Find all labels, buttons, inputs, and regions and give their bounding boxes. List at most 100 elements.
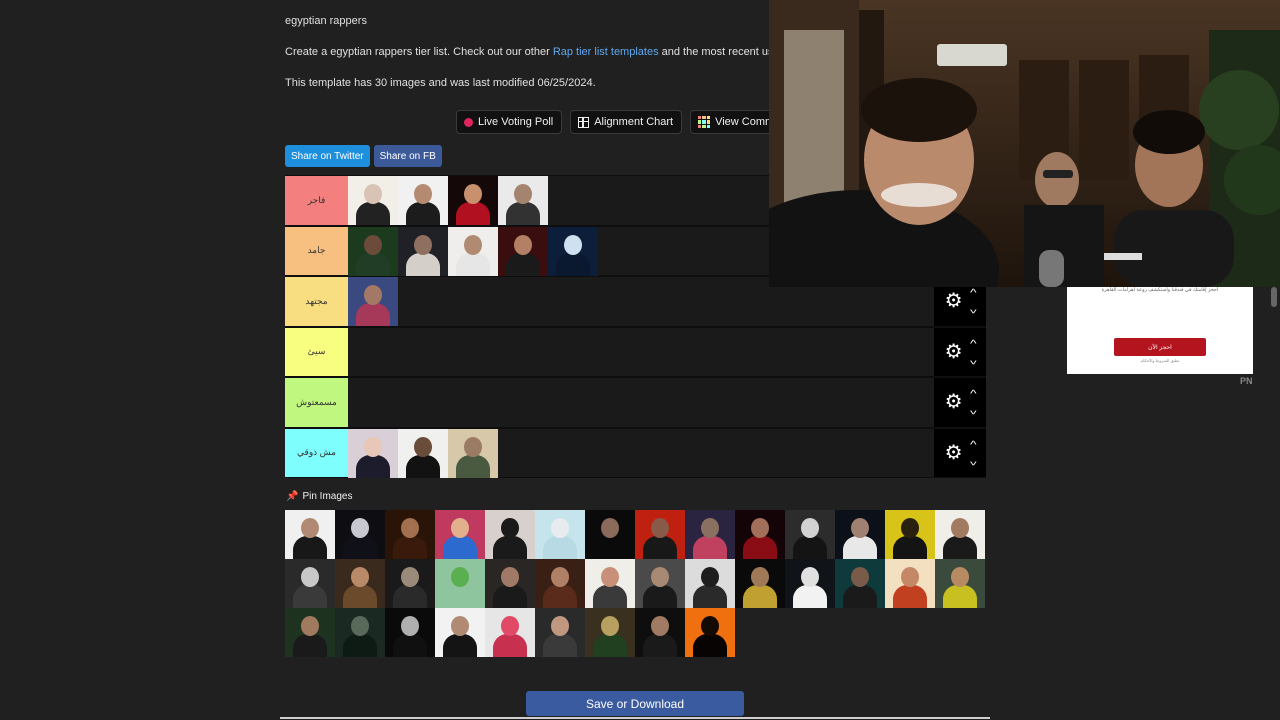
gear-icon[interactable]: ⚙ <box>945 392 963 412</box>
share-twitter-button[interactable]: Share on Twitter <box>285 145 370 167</box>
tier-label[interactable]: جامد <box>285 226 348 275</box>
rapper-image[interactable] <box>885 510 935 559</box>
rapper-image[interactable] <box>485 608 535 657</box>
rapper-image[interactable] <box>535 510 585 559</box>
advertisement[interactable]: احجز إقامتك في فندقنا واستكشف روعة اهرام… <box>1067 287 1253 374</box>
rapper-image[interactable] <box>498 226 548 276</box>
rapper-image[interactable] <box>785 559 835 608</box>
rapper-image[interactable] <box>335 559 385 608</box>
red-dot-icon <box>464 117 473 127</box>
tier-label[interactable]: مجتهد <box>285 277 348 326</box>
rapper-image[interactable] <box>348 226 398 276</box>
rapper-image[interactable] <box>485 510 535 559</box>
share-buttons: Share on Twitter Share on FB <box>285 145 442 167</box>
rapper-image[interactable] <box>685 559 735 608</box>
rapper-image[interactable] <box>835 559 885 608</box>
live-voting-poll-label: Live Voting Poll <box>478 116 554 128</box>
chevron-up-icon[interactable]: ^ <box>970 289 977 299</box>
rapper-image[interactable] <box>285 510 335 559</box>
rapper-image[interactable] <box>285 608 335 657</box>
horizontal-scrollbar[interactable] <box>280 717 990 719</box>
chevron-up-icon[interactable]: ^ <box>970 339 977 350</box>
rapper-image[interactable] <box>448 176 498 225</box>
rapper-image[interactable] <box>385 608 435 657</box>
gear-icon[interactable]: ⚙ <box>945 342 963 362</box>
move-arrows: ^ ^ <box>970 289 977 315</box>
vertical-scrollbar[interactable] <box>1271 287 1277 307</box>
tier-drop-zone[interactable] <box>348 378 934 427</box>
share-facebook-button[interactable]: Share on FB <box>373 145 442 167</box>
rapper-image[interactable] <box>335 608 385 657</box>
pin-images-label: Pin Images <box>302 491 353 502</box>
rapper-image[interactable] <box>685 608 735 657</box>
rapper-image[interactable] <box>435 608 485 657</box>
rap-templates-link[interactable]: Rap tier list templates <box>553 46 659 58</box>
rapper-image[interactable] <box>485 559 535 608</box>
rapper-image[interactable] <box>685 510 735 559</box>
rapper-image[interactable] <box>348 277 398 326</box>
rapper-image[interactable] <box>535 559 585 608</box>
ad-terms: تطبق الشروط والأحكام <box>1140 358 1180 363</box>
tier-label[interactable]: فاجر <box>285 176 348 225</box>
intro-suffix: and the most recent user <box>658 46 784 58</box>
chevron-down-icon[interactable]: ^ <box>970 303 977 314</box>
gear-icon[interactable]: ⚙ <box>945 443 963 463</box>
image-pool <box>285 510 986 657</box>
rapper-image[interactable] <box>398 428 448 478</box>
tier-row: سيئ ⚙ ^ ^ <box>285 326 986 377</box>
ad-book-button[interactable]: احجز الآن <box>1114 338 1206 356</box>
intro-text: Create a egyptian rappers tier list. Che… <box>285 46 783 58</box>
rapper-image[interactable] <box>735 559 785 608</box>
rapper-image[interactable] <box>348 428 398 478</box>
tier-label[interactable]: سيئ <box>285 327 348 376</box>
rapper-image[interactable] <box>935 510 985 559</box>
tier-controls: ⚙ ^ ^ <box>934 327 986 376</box>
rapper-image[interactable] <box>498 176 548 225</box>
rapper-image[interactable] <box>585 608 635 657</box>
rapper-image[interactable] <box>735 510 785 559</box>
rapper-image[interactable] <box>348 176 398 225</box>
rapper-image[interactable] <box>885 559 935 608</box>
rapper-image[interactable] <box>385 559 435 608</box>
rapper-image[interactable] <box>635 608 685 657</box>
pin-icon: 📌 <box>286 491 299 502</box>
rapper-image[interactable] <box>335 510 385 559</box>
webcam-video <box>769 0 1280 287</box>
alignment-chart-button[interactable]: Alignment Chart <box>570 110 683 134</box>
rapper-image[interactable] <box>398 226 448 276</box>
community-icon <box>698 116 711 128</box>
rapper-image[interactable] <box>635 510 685 559</box>
rapper-image[interactable] <box>398 176 448 225</box>
rapper-image[interactable] <box>835 510 885 559</box>
gear-icon[interactable]: ⚙ <box>945 291 963 311</box>
pin-images-toggle[interactable]: 📌 Pin Images <box>286 491 352 502</box>
rapper-image[interactable] <box>535 608 585 657</box>
chevron-down-icon[interactable]: ^ <box>970 354 977 365</box>
intro-prefix: Create a egyptian rappers tier list. Che… <box>285 46 553 58</box>
rapper-image[interactable] <box>548 226 598 276</box>
chevron-down-icon[interactable]: ^ <box>970 404 977 415</box>
rapper-image[interactable] <box>585 559 635 608</box>
tier-label[interactable]: مش ذوقي <box>285 428 348 477</box>
rapper-image[interactable] <box>935 559 985 608</box>
rapper-image[interactable] <box>635 559 685 608</box>
chevron-up-icon[interactable]: ^ <box>970 440 977 451</box>
rapper-image[interactable] <box>435 559 485 608</box>
save-download-button[interactable]: Save or Download <box>526 691 744 716</box>
rapper-image[interactable] <box>448 226 498 276</box>
tier-label[interactable]: مسمعتوش <box>285 378 348 427</box>
live-voting-poll-button[interactable]: Live Voting Poll <box>456 110 563 134</box>
rapper-image[interactable] <box>285 559 335 608</box>
rapper-image[interactable] <box>448 428 498 478</box>
chevron-down-icon[interactable]: ^ <box>970 455 977 466</box>
rapper-image[interactable] <box>585 510 635 559</box>
tier-drop-zone[interactable] <box>348 327 934 376</box>
tier-row: مسمعتوش ⚙ ^ ^ <box>285 377 986 428</box>
chevron-up-icon[interactable]: ^ <box>970 390 977 400</box>
tier-drop-zone[interactable] <box>348 428 934 478</box>
rapper-image[interactable] <box>385 510 435 559</box>
rapper-image[interactable] <box>435 510 485 559</box>
alignment-chart-label: Alignment Chart <box>594 116 674 128</box>
webcam-overlay <box>769 0 1280 287</box>
rapper-image[interactable] <box>785 510 835 559</box>
